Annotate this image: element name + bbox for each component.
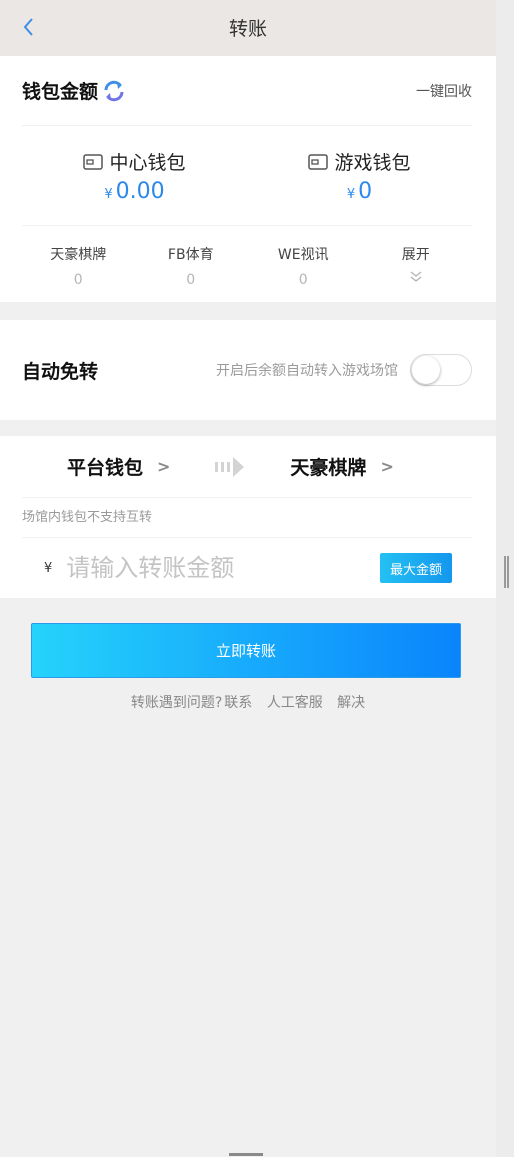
center-wallet-amount: 0.00 bbox=[115, 179, 165, 204]
max-amount-button[interactable]: 最大金额 bbox=[380, 553, 452, 583]
from-wallet-select[interactable]: 平台钱包 > bbox=[67, 453, 170, 480]
venue-balance: 0 bbox=[73, 272, 83, 288]
wallet-balances: 中心钱包 ¥ 0.00 游戏钱包 ¥ 0 bbox=[22, 126, 472, 226]
game-wallet-label: 游戏钱包 bbox=[334, 152, 411, 174]
venue-item: FB体育 0 bbox=[135, 226, 248, 302]
amount-input[interactable] bbox=[66, 554, 380, 582]
expand-toggle[interactable]: 展开 bbox=[360, 226, 473, 302]
wallet-icon bbox=[308, 153, 329, 170]
page-title: 转账 bbox=[228, 18, 267, 40]
help-line: 转账遇到问题? 联系 人工客服 解决 bbox=[0, 692, 496, 712]
double-chevron-down-icon bbox=[410, 271, 422, 282]
auto-transfer-hint: 开启后余额自动转入游戏场馆 bbox=[216, 363, 398, 379]
from-wallet-label: 平台钱包 bbox=[67, 457, 144, 479]
to-wallet-label: 天豪棋牌 bbox=[290, 457, 367, 479]
auto-transfer-toggle[interactable] bbox=[410, 354, 472, 386]
venue-item: WE视讯 0 bbox=[247, 226, 360, 302]
help-resolve: 解决 bbox=[337, 695, 366, 711]
refresh-icon[interactable] bbox=[102, 79, 126, 103]
help-text: 转账遇到问题? bbox=[130, 695, 223, 711]
currency-symbol: ¥ bbox=[104, 187, 113, 202]
center-wallet: 中心钱包 ¥ 0.00 bbox=[22, 126, 247, 225]
transfer-direction: 平台钱包 > 天豪棋牌 > bbox=[22, 436, 472, 498]
venue-name: WE视讯 bbox=[277, 247, 329, 263]
auto-transfer-row: 自动免转 开启后余额自动转入游戏场馆 bbox=[0, 320, 496, 420]
venue-balances: 天豪棋牌 0 FB体育 0 WE视讯 0 展开 bbox=[22, 226, 472, 302]
center-wallet-amount-wrap: ¥ 0.00 bbox=[104, 179, 164, 204]
venue-balance: 0 bbox=[298, 272, 308, 288]
transfer-page: 转账 钱包金额 一键回收 中心钱包 ¥ 0.00 游戏钱包 ¥ 0 天豪棋牌 0… bbox=[0, 0, 496, 1157]
expand-label: 展开 bbox=[401, 247, 430, 263]
customer-service-link[interactable]: 人工客服 bbox=[267, 695, 323, 711]
help-contact: 联系 bbox=[224, 695, 253, 711]
wallet-icon bbox=[83, 153, 104, 170]
center-wallet-label: 中心钱包 bbox=[109, 152, 186, 174]
venue-name: FB体育 bbox=[167, 247, 214, 263]
scroll-handle[interactable] bbox=[504, 556, 509, 588]
home-indicator bbox=[229, 1153, 263, 1156]
transfer-form: 平台钱包 > 天豪棋牌 > 场馆内钱包不支持互转 ¥ 最大金额 bbox=[0, 436, 496, 598]
game-wallet-amount-wrap: ¥ 0 bbox=[347, 179, 372, 204]
game-wallet-amount: 0 bbox=[358, 179, 373, 204]
transfer-now-button[interactable]: 立即转账 bbox=[31, 623, 461, 678]
top-bar: 转账 bbox=[0, 0, 496, 56]
one-click-recall-button[interactable]: 一键回收 bbox=[416, 81, 472, 101]
auto-transfer-controls: 开启后余额自动转入游戏场馆 bbox=[216, 354, 472, 386]
transfer-arrow-icon bbox=[215, 456, 245, 477]
wallet-heading: 钱包金额 bbox=[22, 81, 99, 103]
venue-item: 天豪棋牌 0 bbox=[22, 226, 135, 302]
currency-symbol: ¥ bbox=[44, 560, 53, 576]
wallet-card: 钱包金额 一键回收 中心钱包 ¥ 0.00 游戏钱包 ¥ 0 天豪棋牌 0 FB… bbox=[0, 56, 496, 302]
venue-name: 天豪棋牌 bbox=[50, 247, 107, 263]
game-wallet-name-wrap: 游戏钱包 bbox=[308, 148, 411, 175]
game-wallet: 游戏钱包 ¥ 0 bbox=[247, 126, 472, 225]
chevron-right-icon: > bbox=[157, 457, 171, 476]
side-scrollbar[interactable] bbox=[496, 0, 514, 1157]
wallet-heading-wrap: 钱包金额 bbox=[22, 77, 126, 104]
chevron-right-icon: > bbox=[380, 457, 394, 476]
transfer-note: 场馆内钱包不支持互转 bbox=[22, 498, 472, 538]
currency-symbol: ¥ bbox=[346, 187, 356, 202]
center-wallet-name-wrap: 中心钱包 bbox=[83, 148, 186, 175]
venue-balance: 0 bbox=[186, 272, 196, 288]
wallet-header: 钱包金额 一键回收 bbox=[22, 56, 472, 126]
amount-row: ¥ 最大金额 bbox=[22, 538, 472, 598]
auto-transfer-label: 自动免转 bbox=[22, 360, 99, 383]
to-wallet-select[interactable]: 天豪棋牌 > bbox=[290, 453, 393, 480]
toggle-knob bbox=[412, 356, 440, 384]
